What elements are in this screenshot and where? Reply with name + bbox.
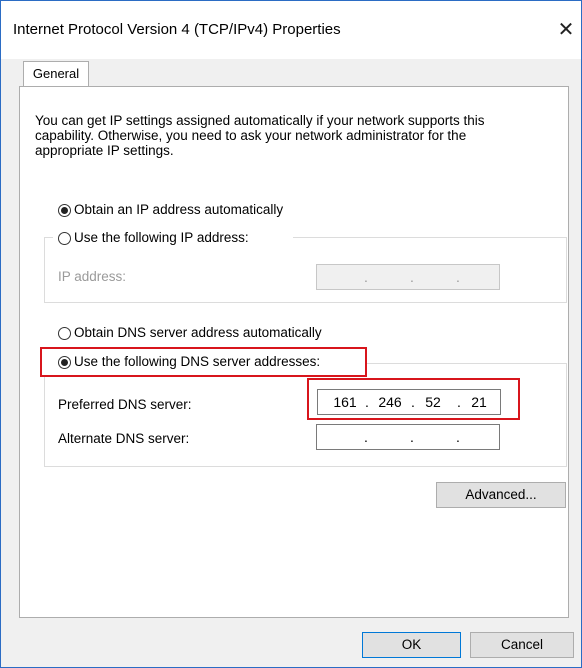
ok-button[interactable]: OK [362,632,461,658]
alternate-dns-field[interactable]: . . . [316,424,500,450]
ip-address-label: IP address: [58,269,127,284]
radio-use-ip-label[interactable]: Use the following IP address: [74,230,249,245]
window-title: Internet Protocol Version 4 (TCP/IPv4) P… [13,21,341,38]
radio-obtain-dns-auto[interactable] [58,327,71,340]
radio-obtain-ip-auto[interactable] [58,204,71,217]
radio-obtain-ip-auto-label[interactable]: Obtain an IP address automatically [74,202,283,217]
alternate-dns-label: Alternate DNS server: [58,431,190,446]
highlight-preferred-dns [307,378,520,420]
tab-general[interactable]: General [23,61,89,86]
radio-obtain-dns-auto-label[interactable]: Obtain DNS server address automatically [74,325,322,340]
dialog-window: Internet Protocol Version 4 (TCP/IPv4) P… [0,0,582,668]
advanced-button[interactable]: Advanced... [436,482,566,508]
preferred-dns-label: Preferred DNS server: [58,397,192,412]
close-icon[interactable]: ✕ [551,15,581,47]
cancel-button[interactable]: Cancel [470,632,574,658]
highlight-use-dns [40,347,367,377]
ip-address-field[interactable]: . . . [316,264,500,290]
title-bar: Internet Protocol Version 4 (TCP/IPv4) P… [1,1,581,59]
intro-text: You can get IP settings assigned automat… [35,113,485,158]
radio-use-ip[interactable] [58,232,71,245]
